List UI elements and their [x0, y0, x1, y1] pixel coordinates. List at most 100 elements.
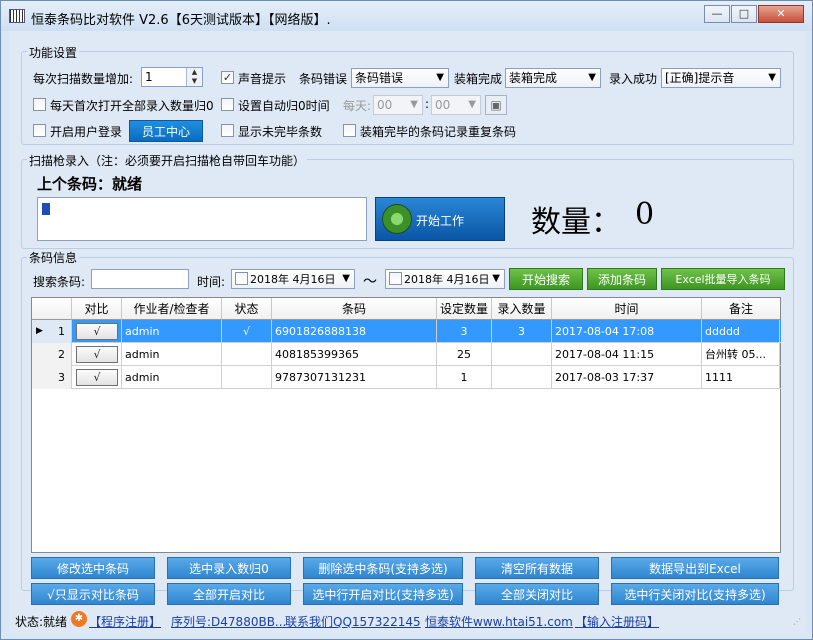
- status-cell[interactable]: [222, 366, 272, 389]
- hour-dropdown[interactable]: 00 ▼: [373, 95, 423, 115]
- status-text: 状态:就绪: [15, 615, 68, 629]
- barcode-table: 对比 作业者/检查者 状态 条码 设定数量 录入数量 时间 备注 ▶ 1 √ admi…: [31, 297, 781, 553]
- status-cell[interactable]: [222, 343, 272, 366]
- spin-arrows-icon[interactable]: ▲ ▼: [186, 68, 202, 86]
- compare-check-button[interactable]: √: [76, 369, 118, 386]
- column-header[interactable]: 时间: [552, 298, 702, 320]
- column-header[interactable]: 条码: [272, 298, 437, 320]
- resize-grip-icon[interactable]: ⋰: [793, 617, 801, 626]
- date-from-value: 2018年 4月16日: [250, 273, 336, 286]
- set-cell[interactable]: 1: [437, 366, 492, 389]
- scan-increase-value: 1: [145, 70, 153, 84]
- status-bar: 状态:就绪 ✱ 【程序注册】 序列号:D47880BB... 联系我们QQ157…: [9, 611, 806, 631]
- daily-reset-label: 每天首次打开全部录入数量归0: [50, 99, 214, 113]
- add-barcode-button[interactable]: 添加条码: [587, 268, 657, 290]
- daily-reset-checkbox[interactable]: [33, 98, 46, 111]
- column-header[interactable]: 作业者/检查者: [122, 298, 222, 320]
- enable-selected-compare-button[interactable]: 选中行开启对比(支持多选): [303, 583, 463, 605]
- delete-selected-button[interactable]: 删除选中条码(支持多选): [303, 557, 463, 579]
- operator-cell[interactable]: admin: [122, 320, 222, 343]
- compare-check-button[interactable]: √: [76, 346, 118, 363]
- barcode-error-dropdown[interactable]: 条码错误 ▼: [351, 68, 449, 88]
- minimize-button[interactable]: —: [704, 5, 730, 23]
- note-cell[interactable]: 1111: [702, 366, 780, 389]
- website-link[interactable]: 恒泰软件www.htai51.com: [425, 613, 573, 630]
- scan-group-title: 扫描枪录入（注：必须要开启扫描枪自带回车功能）: [27, 152, 308, 169]
- status-cell[interactable]: √: [222, 320, 272, 343]
- set-cell[interactable]: 3: [437, 320, 492, 343]
- column-header[interactable]: 备注: [702, 298, 780, 320]
- time-cell[interactable]: 2017-08-04 11:15: [552, 343, 702, 366]
- row-header-cell[interactable]: 2: [32, 343, 72, 366]
- date-from-checkbox[interactable]: [235, 272, 248, 285]
- current-row-icon: ▶: [36, 326, 43, 336]
- enter-code-link[interactable]: 【输入注册码】: [575, 613, 659, 630]
- date-from-picker[interactable]: 2018年 4月16日 ▼: [231, 269, 355, 289]
- auto-reset-label: 设置自动归0时间: [238, 99, 330, 113]
- compare-check-button[interactable]: √: [76, 323, 118, 340]
- time-cell[interactable]: 2017-08-04 17:08: [552, 320, 702, 343]
- edit-selected-button[interactable]: 修改选中条码: [31, 557, 155, 579]
- set-cell[interactable]: 25: [437, 343, 492, 366]
- note-cell[interactable]: ddddd: [702, 320, 780, 343]
- staff-center-button[interactable]: 员工中心: [129, 120, 203, 142]
- scan-input[interactable]: [37, 197, 367, 241]
- export-excel-button[interactable]: 数据导出到Excel: [611, 557, 779, 579]
- register-shield-icon: ✱: [71, 611, 87, 627]
- table-row[interactable]: 3 √ admin 9787307131231 1 2017-08-03 17:37 111…: [32, 366, 781, 389]
- sound-checkbox[interactable]: ✓: [221, 71, 234, 84]
- barcode-cell[interactable]: 6901826888138: [272, 320, 437, 343]
- disable-all-compare-button[interactable]: 全部关闭对比: [475, 583, 599, 605]
- scan-increase-stepper[interactable]: 1 ▲ ▼: [141, 67, 203, 87]
- entered-cell[interactable]: 3: [492, 320, 552, 343]
- column-header[interactable]: 设定数量: [437, 298, 492, 320]
- save-icon[interactable]: ▣: [485, 95, 507, 115]
- register-link[interactable]: 【程序注册】: [89, 613, 161, 630]
- box-complete-dropdown[interactable]: 装箱完成 ▼: [505, 68, 601, 88]
- operator-cell[interactable]: admin: [122, 366, 222, 389]
- box-repeat-checkbox[interactable]: [343, 124, 356, 137]
- show-compare-only-button[interactable]: √只显示对比条码: [31, 583, 155, 605]
- date-to-picker[interactable]: 2018年 4月16日 ▼: [385, 269, 505, 289]
- search-input[interactable]: [91, 269, 189, 289]
- serial-link[interactable]: 序列号:D47880BB...: [171, 613, 286, 630]
- minute-dropdown[interactable]: 00 ▼: [431, 95, 481, 115]
- entered-cell[interactable]: [492, 343, 552, 366]
- entry-success-label: 录入成功: [609, 72, 658, 86]
- maximize-button[interactable]: □: [731, 5, 757, 23]
- start-work-button[interactable]: 开始工作: [375, 197, 505, 241]
- row-header-cell[interactable]: ▶ 1: [32, 320, 72, 343]
- entry-success-dropdown[interactable]: [正确]提示音 ▼: [661, 68, 781, 88]
- column-header[interactable]: 状态: [222, 298, 272, 320]
- date-to-checkbox[interactable]: [389, 272, 402, 285]
- client-area: 功能设置 每次扫描数量增加: 1 ▲ ▼ ✓ 声音提示 条码错误 条码错误 ▼ 装箱…: [9, 31, 806, 633]
- settings-group-title: 功能设置: [27, 44, 80, 61]
- date-to-value: 2018年 4月16日: [404, 273, 490, 286]
- clear-all-button[interactable]: 清空所有数据: [475, 557, 599, 579]
- title-bar[interactable]: 恒泰条码比对软件 V2.6【6天测试版本】【网络版】. — □ ✕: [1, 1, 812, 31]
- column-header[interactable]: 对比: [72, 298, 122, 320]
- reset-selected-button[interactable]: 选中录入数归0: [167, 557, 291, 579]
- auto-reset-checkbox[interactable]: [221, 98, 234, 111]
- operator-cell[interactable]: admin: [122, 343, 222, 366]
- time-cell[interactable]: 2017-08-03 17:37: [552, 366, 702, 389]
- disable-selected-compare-button[interactable]: 选中行关闭对比(支持多选): [611, 583, 779, 605]
- show-unfinished-checkbox[interactable]: [221, 124, 234, 137]
- excel-import-button[interactable]: Excel批量导入条码: [661, 268, 785, 290]
- contact-link[interactable]: 联系我们QQ157322145: [285, 613, 421, 630]
- barcode-cell[interactable]: 9787307131231: [272, 366, 437, 389]
- count-label: 数量：: [531, 205, 621, 240]
- enable-all-compare-button[interactable]: 全部开启对比: [167, 583, 291, 605]
- search-button[interactable]: 开始搜索: [509, 268, 583, 290]
- user-login-checkbox[interactable]: [33, 124, 46, 137]
- user-login-label: 开启用户登录: [50, 125, 123, 139]
- note-cell[interactable]: 台州转 05...: [702, 343, 780, 366]
- box-repeat-label: 装箱完毕的条码记录重复条码: [360, 125, 517, 139]
- table-row[interactable]: ▶ 1 √ admin √ 6901826888138 3 3 2017-08-04 17:08…: [32, 320, 781, 343]
- barcode-cell[interactable]: 408185399365: [272, 343, 437, 366]
- column-header[interactable]: 录入数量: [492, 298, 552, 320]
- entered-cell[interactable]: [492, 366, 552, 389]
- close-button[interactable]: ✕: [758, 5, 804, 23]
- row-header-cell[interactable]: 3: [32, 366, 72, 389]
- table-row[interactable]: 2 √ admin 408185399365 25 2017-08-04 11:15 台州转…: [32, 343, 781, 366]
